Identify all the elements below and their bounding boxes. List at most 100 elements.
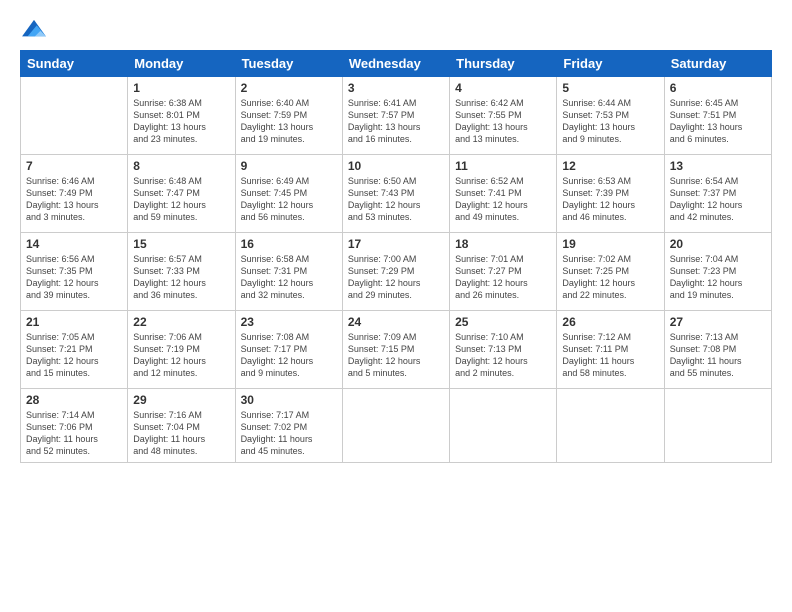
day-info: Sunrise: 6:45 AM Sunset: 7:51 PM Dayligh…: [670, 97, 766, 146]
day-info: Sunrise: 6:38 AM Sunset: 8:01 PM Dayligh…: [133, 97, 229, 146]
day-number: 12: [562, 159, 658, 173]
day-info: Sunrise: 7:02 AM Sunset: 7:25 PM Dayligh…: [562, 253, 658, 302]
day-cell: 3 Sunrise: 6:41 AM Sunset: 7:57 PM Daylig…: [342, 77, 449, 155]
day-cell: 1 Sunrise: 6:38 AM Sunset: 8:01 PM Daylig…: [128, 77, 235, 155]
day-cell: 10 Sunrise: 6:50 AM Sunset: 7:43 PM Dayli…: [342, 155, 449, 233]
week-row-4: 21Sunrise: 7:05 AM Sunset: 7:21 PM Dayli…: [21, 311, 772, 389]
day-info: Sunrise: 7:09 AM Sunset: 7:15 PM Dayligh…: [348, 331, 444, 380]
day-info: Sunrise: 7:00 AM Sunset: 7:29 PM Dayligh…: [348, 253, 444, 302]
day-cell: 28Sunrise: 7:14 AM Sunset: 7:06 PM Dayli…: [21, 389, 128, 463]
col-header-thursday: Thursday: [450, 51, 557, 77]
col-header-monday: Monday: [128, 51, 235, 77]
day-number: 14: [26, 237, 122, 251]
day-cell: 5 Sunrise: 6:44 AM Sunset: 7:53 PM Daylig…: [557, 77, 664, 155]
day-info: Sunrise: 6:50 AM Sunset: 7:43 PM Dayligh…: [348, 175, 444, 224]
day-number: 15: [133, 237, 229, 251]
week-row-5: 28Sunrise: 7:14 AM Sunset: 7:06 PM Dayli…: [21, 389, 772, 463]
day-info: Sunrise: 6:40 AM Sunset: 7:59 PM Dayligh…: [241, 97, 337, 146]
day-cell: [664, 389, 771, 463]
day-number: 29: [133, 393, 229, 407]
day-number: 19: [562, 237, 658, 251]
day-cell: 2 Sunrise: 6:40 AM Sunset: 7:59 PM Daylig…: [235, 77, 342, 155]
day-cell: 13Sunrise: 6:54 AM Sunset: 7:37 PM Dayli…: [664, 155, 771, 233]
col-header-sunday: Sunday: [21, 51, 128, 77]
day-info: Sunrise: 6:48 AM Sunset: 7:47 PM Dayligh…: [133, 175, 229, 224]
day-number: 17: [348, 237, 444, 251]
day-number: 27: [670, 315, 766, 329]
day-number: 30: [241, 393, 337, 407]
col-header-wednesday: Wednesday: [342, 51, 449, 77]
day-cell: 18 Sunrise: 7:01 AM Sunset: 7:27 PM Dayli…: [450, 233, 557, 311]
day-number: 16: [241, 237, 337, 251]
day-info: Sunrise: 7:16 AM Sunset: 7:04 PM Dayligh…: [133, 409, 229, 458]
day-info: Sunrise: 6:53 AM Sunset: 7:39 PM Dayligh…: [562, 175, 658, 224]
day-cell: 15 Sunrise: 6:57 AM Sunset: 7:33 PM Dayli…: [128, 233, 235, 311]
day-cell: 20 Sunrise: 7:04 AM Sunset: 7:23 PM Dayli…: [664, 233, 771, 311]
day-cell: 27Sunrise: 7:13 AM Sunset: 7:08 PM Dayli…: [664, 311, 771, 389]
day-cell: 19 Sunrise: 7:02 AM Sunset: 7:25 PM Dayli…: [557, 233, 664, 311]
day-number: 26: [562, 315, 658, 329]
day-info: Sunrise: 7:06 AM Sunset: 7:19 PM Dayligh…: [133, 331, 229, 380]
day-cell: 6 Sunrise: 6:45 AM Sunset: 7:51 PM Daylig…: [664, 77, 771, 155]
logo-icon: [20, 18, 48, 40]
day-info: Sunrise: 6:58 AM Sunset: 7:31 PM Dayligh…: [241, 253, 337, 302]
day-cell: [557, 389, 664, 463]
week-row-2: 7Sunrise: 6:46 AM Sunset: 7:49 PM Daylig…: [21, 155, 772, 233]
day-number: 11: [455, 159, 551, 173]
day-info: Sunrise: 7:12 AM Sunset: 7:11 PM Dayligh…: [562, 331, 658, 380]
week-row-3: 14 Sunrise: 6:56 AM Sunset: 7:35 PM Dayli…: [21, 233, 772, 311]
day-number: 20: [670, 237, 766, 251]
day-cell: 12 Sunrise: 6:53 AM Sunset: 7:39 PM Dayli…: [557, 155, 664, 233]
day-info: Sunrise: 7:04 AM Sunset: 7:23 PM Dayligh…: [670, 253, 766, 302]
day-info: Sunrise: 7:08 AM Sunset: 7:17 PM Dayligh…: [241, 331, 337, 380]
day-number: 18: [455, 237, 551, 251]
day-cell: 11 Sunrise: 6:52 AM Sunset: 7:41 PM Dayli…: [450, 155, 557, 233]
calendar-table: SundayMondayTuesdayWednesdayThursdayFrid…: [20, 50, 772, 463]
day-number: 4: [455, 81, 551, 95]
day-number: 6: [670, 81, 766, 95]
day-number: 5: [562, 81, 658, 95]
day-cell: [450, 389, 557, 463]
col-header-friday: Friday: [557, 51, 664, 77]
day-number: 25: [455, 315, 551, 329]
day-info: Sunrise: 6:52 AM Sunset: 7:41 PM Dayligh…: [455, 175, 551, 224]
day-number: 9: [241, 159, 337, 173]
day-info: Sunrise: 6:56 AM Sunset: 7:35 PM Dayligh…: [26, 253, 122, 302]
day-number: 24: [348, 315, 444, 329]
day-number: 13: [670, 159, 766, 173]
day-info: Sunrise: 7:01 AM Sunset: 7:27 PM Dayligh…: [455, 253, 551, 302]
day-cell: 7Sunrise: 6:46 AM Sunset: 7:49 PM Daylig…: [21, 155, 128, 233]
day-cell: 25 Sunrise: 7:10 AM Sunset: 7:13 PM Dayli…: [450, 311, 557, 389]
day-info: Sunrise: 6:42 AM Sunset: 7:55 PM Dayligh…: [455, 97, 551, 146]
header: [20, 18, 772, 40]
day-cell: 8Sunrise: 6:48 AM Sunset: 7:47 PM Daylig…: [128, 155, 235, 233]
day-number: 22: [133, 315, 229, 329]
day-cell: [21, 77, 128, 155]
day-number: 7: [26, 159, 122, 173]
day-info: Sunrise: 7:17 AM Sunset: 7:02 PM Dayligh…: [241, 409, 337, 458]
day-number: 23: [241, 315, 337, 329]
day-cell: 22 Sunrise: 7:06 AM Sunset: 7:19 PM Dayli…: [128, 311, 235, 389]
day-info: Sunrise: 6:44 AM Sunset: 7:53 PM Dayligh…: [562, 97, 658, 146]
header-row: SundayMondayTuesdayWednesdayThursdayFrid…: [21, 51, 772, 77]
day-cell: [342, 389, 449, 463]
day-info: Sunrise: 6:41 AM Sunset: 7:57 PM Dayligh…: [348, 97, 444, 146]
page: SundayMondayTuesdayWednesdayThursdayFrid…: [0, 0, 792, 612]
day-info: Sunrise: 7:10 AM Sunset: 7:13 PM Dayligh…: [455, 331, 551, 380]
day-cell: 23 Sunrise: 7:08 AM Sunset: 7:17 PM Dayli…: [235, 311, 342, 389]
day-cell: 4 Sunrise: 6:42 AM Sunset: 7:55 PM Daylig…: [450, 77, 557, 155]
day-number: 3: [348, 81, 444, 95]
day-info: Sunrise: 6:57 AM Sunset: 7:33 PM Dayligh…: [133, 253, 229, 302]
day-info: Sunrise: 7:05 AM Sunset: 7:21 PM Dayligh…: [26, 331, 122, 380]
day-cell: 30 Sunrise: 7:17 AM Sunset: 7:02 PM Dayli…: [235, 389, 342, 463]
day-number: 2: [241, 81, 337, 95]
week-row-1: 1 Sunrise: 6:38 AM Sunset: 8:01 PM Daylig…: [21, 77, 772, 155]
logo: [20, 18, 50, 40]
day-info: Sunrise: 6:49 AM Sunset: 7:45 PM Dayligh…: [241, 175, 337, 224]
day-cell: 29 Sunrise: 7:16 AM Sunset: 7:04 PM Dayli…: [128, 389, 235, 463]
day-number: 1: [133, 81, 229, 95]
day-cell: 16 Sunrise: 6:58 AM Sunset: 7:31 PM Dayli…: [235, 233, 342, 311]
day-number: 28: [26, 393, 122, 407]
col-header-saturday: Saturday: [664, 51, 771, 77]
day-number: 10: [348, 159, 444, 173]
